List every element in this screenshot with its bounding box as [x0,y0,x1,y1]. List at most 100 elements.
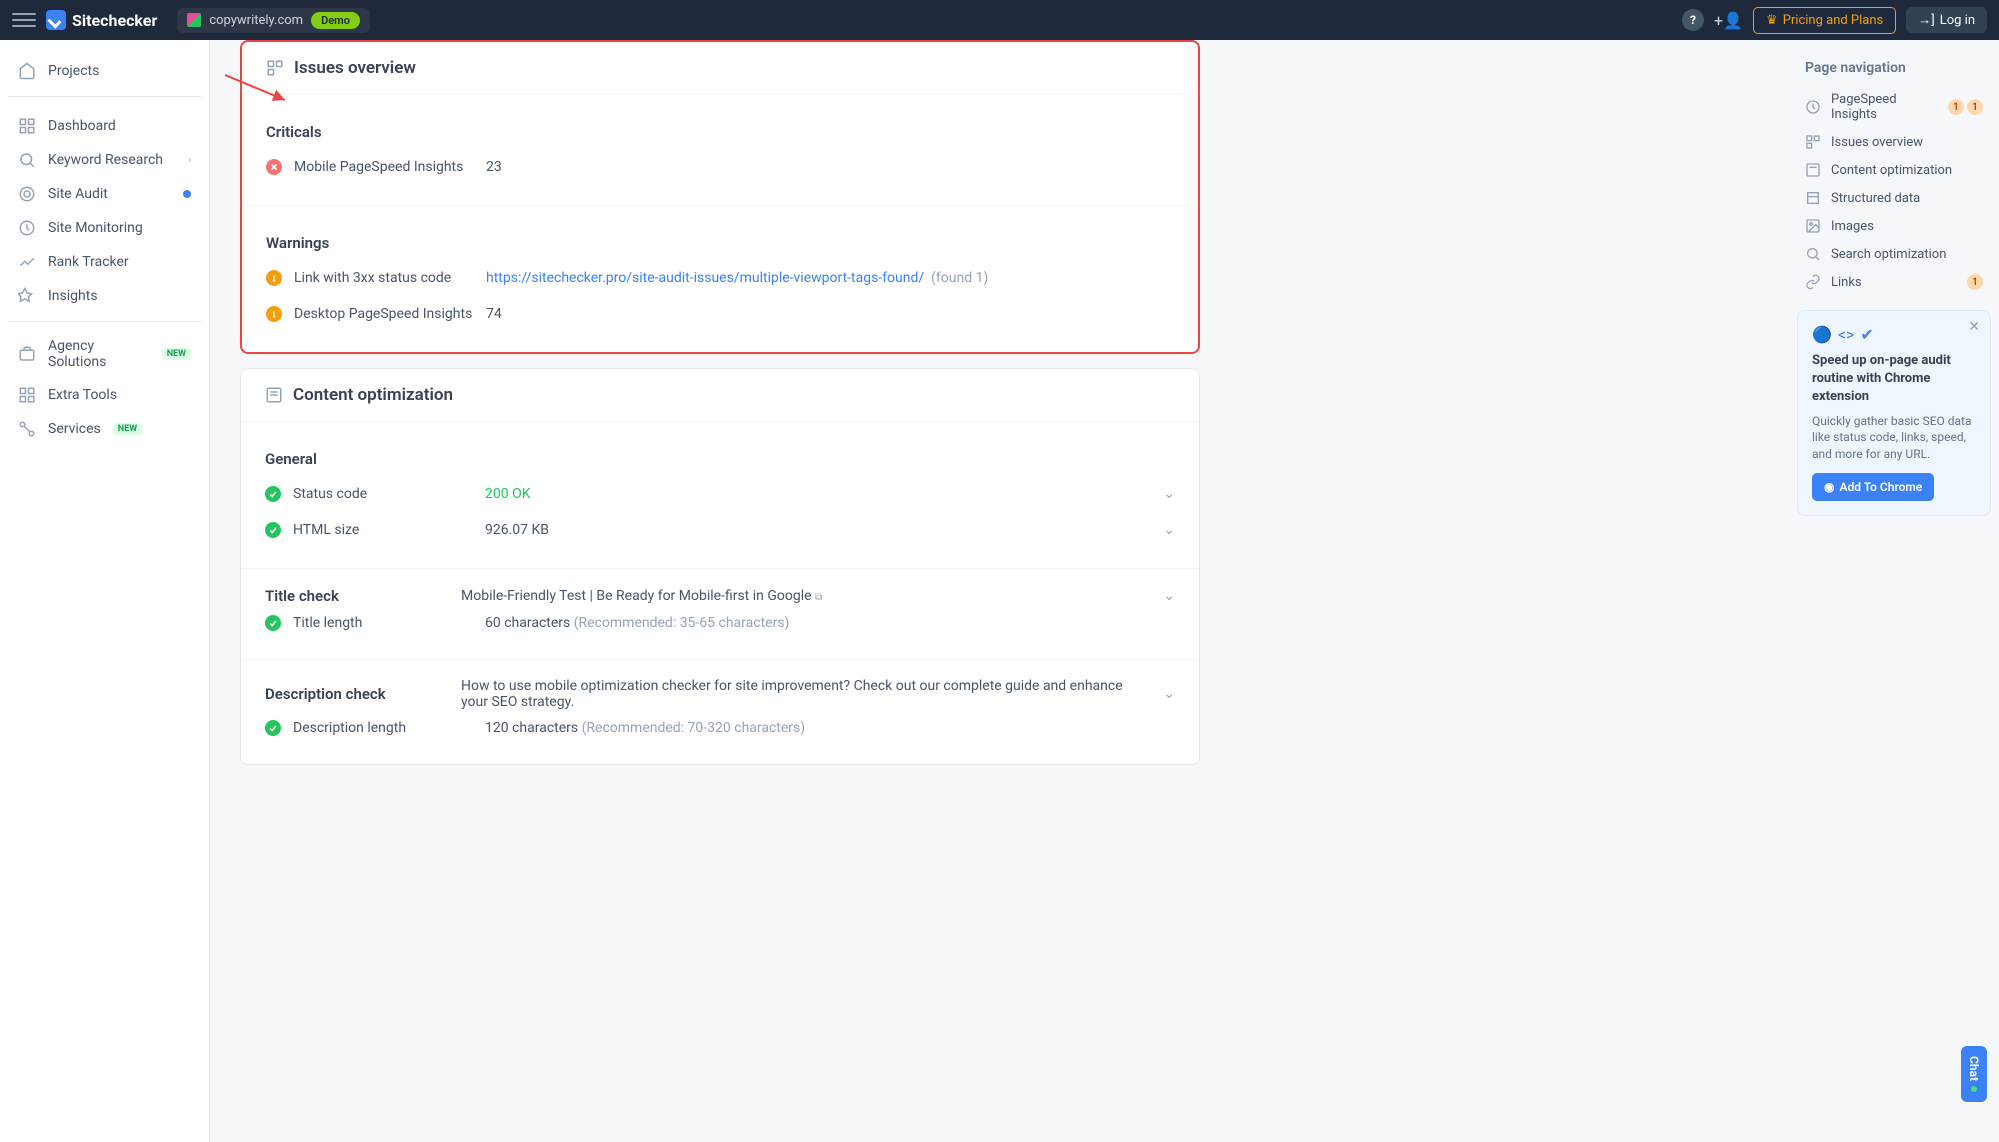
count-badge: 1 [1948,99,1964,115]
critical-row[interactable]: Mobile PageSpeed Insights 23 [266,149,1174,185]
warning-icon [266,270,282,286]
brand-logo[interactable]: Sitechecker [46,10,157,30]
chrome-icon: 🔵 [1812,325,1832,344]
chevron-down-icon[interactable]: ⌄ [1163,588,1175,604]
nav-icon [18,345,36,363]
sidebar-item-site-audit[interactable]: Site Audit [8,177,201,211]
crown-icon: ♛ [1766,13,1778,28]
sidebar-projects[interactable]: Projects [8,54,201,88]
chevron-down-icon[interactable]: ⌄ [1163,522,1175,538]
page-nav-issues-overview[interactable]: Issues overview [1797,128,1991,156]
content-icon [265,386,283,404]
desc-length-value: 120 characters (Recommended: 70-320 char… [485,720,1175,736]
desc-length-label: Description length [293,720,473,736]
check-label: Desktop PageSpeed Insights [294,306,474,322]
help-icon[interactable]: ? [1682,9,1704,31]
check-icon: ✔ [1860,325,1873,344]
nav-icon [18,151,36,169]
check-label: Mobile PageSpeed Insights [294,159,474,175]
title-length-label: Title length [293,615,473,631]
title-check-heading: Title check [265,587,445,605]
chevron-down-icon[interactable]: ⌄ [1163,486,1175,502]
new-badge: NEW [162,348,191,360]
criticals-heading: Criticals [266,123,1174,141]
page-nav-search-optimization[interactable]: Search optimization [1797,240,1991,268]
issues-overview-card: Issues overview Criticals Mobile PageSpe… [240,40,1200,354]
warning-link[interactable]: https://sitechecker.pro/site-audit-issue… [486,270,924,286]
nav-icon [18,185,36,203]
brand-name: Sitechecker [72,11,157,30]
promo-title: Speed up on-page audit routine with Chro… [1812,352,1976,407]
desc-check-heading: Description check [265,685,445,703]
count-badge: 1 [1967,274,1983,290]
chrome-extension-promo: ✕ 🔵 <> ✔ Speed up on-page audit routine … [1797,310,1991,516]
active-dot-icon [183,190,191,198]
check-ok-icon [265,486,281,502]
add-user-icon[interactable]: +👤 [1714,11,1743,30]
page-nav-links[interactable]: Links1 [1797,268,1991,296]
general-heading: General [265,450,1175,468]
close-icon[interactable]: ✕ [1968,319,1980,335]
issues-title: Issues overview [294,58,416,78]
page-nav-structured-data[interactable]: Structured data [1797,184,1991,212]
external-link-icon[interactable]: ⧉ [815,592,822,603]
critical-icon [266,159,282,175]
check-value: 926.07 KB [485,522,1151,538]
demo-badge: Demo [311,12,360,29]
page-nav-content-optimization[interactable]: Content optimization [1797,156,1991,184]
check-ok-icon [265,615,281,631]
sidebar-item-rank-tracker[interactable]: Rank Tracker [8,245,201,279]
nav-icon [1805,134,1821,150]
add-to-chrome-button[interactable]: ◉ Add To Chrome [1812,473,1934,501]
page-nav-images[interactable]: Images [1797,212,1991,240]
site-favicon-icon [187,13,201,27]
main-content: Issues overview Criticals Mobile PageSpe… [210,40,1789,1142]
chevron-right-icon: › [188,155,191,166]
sidebar-item-services[interactable]: ServicesNEW [8,412,201,446]
warning-row[interactable]: Desktop PageSpeed Insights74 [266,296,1174,332]
chrome-icon: ◉ [1824,480,1834,494]
menu-toggle[interactable] [12,8,36,32]
warning-icon [266,306,282,322]
sidebar-item-dashboard[interactable]: Dashboard [8,109,201,143]
new-badge: NEW [113,423,142,435]
home-icon [18,62,36,80]
page-navigation: Page navigation PageSpeed Insights11Issu… [1789,40,1999,1142]
chat-widget[interactable]: Chat [1961,1046,1987,1102]
pricing-button[interactable]: ♛ Pricing and Plans [1753,7,1896,34]
nav-icon [1805,274,1821,290]
sidebar-item-extra-tools[interactable]: Extra Tools [8,378,201,412]
logo-icon [46,10,66,30]
check-value: https://sitechecker.pro/site-audit-issue… [486,270,1174,286]
online-dot-icon [1971,1086,1977,1092]
nav-icon [1805,99,1821,115]
title-check-section: Title check Mobile-Friendly Test | Be Re… [241,568,1199,659]
nav-icon [18,117,36,135]
title-check-value: Mobile-Friendly Test | Be Ready for Mobi… [461,588,1147,604]
nav-icon [1805,246,1821,262]
general-row: HTML size 926.07 KB ⌄ [265,512,1175,548]
check-value: 23 [486,159,1174,175]
check-label: HTML size [293,522,473,538]
general-row: Status code200 OK⌄ [265,476,1175,512]
nav-icon [18,219,36,237]
page-nav-title: Page navigation [1797,56,1991,86]
check-ok-icon [265,720,281,736]
nav-icon [18,386,36,404]
nav-icon [18,287,36,305]
login-button[interactable]: →] Log in [1906,7,1987,33]
nav-icon [1805,218,1821,234]
issues-icon [266,59,284,77]
warning-row[interactable]: Link with 3xx status code https://siteche… [266,260,1174,296]
sidebar-item-keyword-research[interactable]: Keyword Research› [8,143,201,177]
check-value: 200 OK [485,486,1151,502]
sidebar-item-insights[interactable]: Insights [8,279,201,313]
check-label: Link with 3xx status code [294,270,474,286]
page-nav-pagespeed-insights[interactable]: PageSpeed Insights11 [1797,86,1991,128]
code-icon: <> [1838,325,1855,344]
sidebar-item-agency-solutions[interactable]: Agency SolutionsNEW [8,330,201,378]
sidebar-item-site-monitoring[interactable]: Site Monitoring [8,211,201,245]
chevron-down-icon[interactable]: ⌄ [1163,686,1175,702]
sidebar: Projects DashboardKeyword Research›Site … [0,40,210,1142]
site-selector[interactable]: copywritely.com Demo [177,8,370,33]
